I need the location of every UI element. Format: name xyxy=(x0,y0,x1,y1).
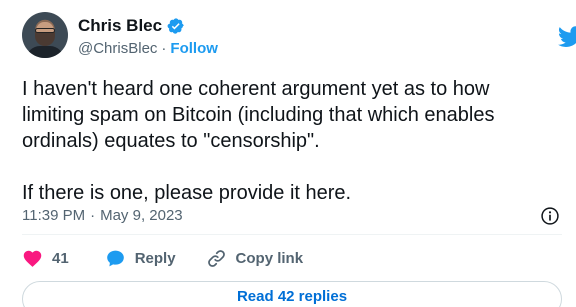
link-icon xyxy=(207,249,225,267)
meta-separator-dot: · xyxy=(90,207,96,224)
tweet-date[interactable]: May 9, 2023 xyxy=(100,207,183,224)
author-name[interactable]: Chris Blec xyxy=(78,16,162,36)
reply-label: Reply xyxy=(134,249,176,267)
tweet-embed-card: Chris Blec @ChrisBlec · Follow I haven't… xyxy=(0,0,576,307)
reply-bubble-icon xyxy=(106,250,124,266)
twitter-bird-icon[interactable] xyxy=(558,26,576,48)
copy-link-button[interactable]: Copy link xyxy=(206,248,304,269)
copy-link-label: Copy link xyxy=(235,249,304,267)
verified-badge-icon xyxy=(167,18,184,34)
info-icon[interactable] xyxy=(540,206,560,226)
author-handle[interactable]: @ChrisBlec xyxy=(78,40,157,57)
likes-count: 41 xyxy=(52,249,69,267)
separator-dot: · xyxy=(161,40,167,57)
tweet-time[interactable]: 11:39 PM xyxy=(22,207,85,224)
heart-icon xyxy=(23,250,42,267)
tweet-header: Chris Blec @ChrisBlec · Follow xyxy=(22,12,576,62)
like-button[interactable]: 41 xyxy=(22,248,69,269)
read-replies-button[interactable]: Read 42 replies xyxy=(22,281,562,307)
follow-button[interactable]: Follow xyxy=(170,40,218,57)
tweet-timestamp[interactable]: 11:39 PM · May 9, 2023 xyxy=(22,207,183,224)
avatar[interactable] xyxy=(22,12,68,58)
author-name-row[interactable]: Chris Blec xyxy=(78,16,185,36)
reply-button[interactable]: Reply xyxy=(105,248,176,269)
tweet-text: I haven't heard one coherent argument ye… xyxy=(22,78,495,204)
handle-row: @ChrisBlec · Follow xyxy=(78,40,218,57)
divider xyxy=(22,234,562,235)
tweet-actions: 41 Reply Copy link xyxy=(22,247,333,269)
